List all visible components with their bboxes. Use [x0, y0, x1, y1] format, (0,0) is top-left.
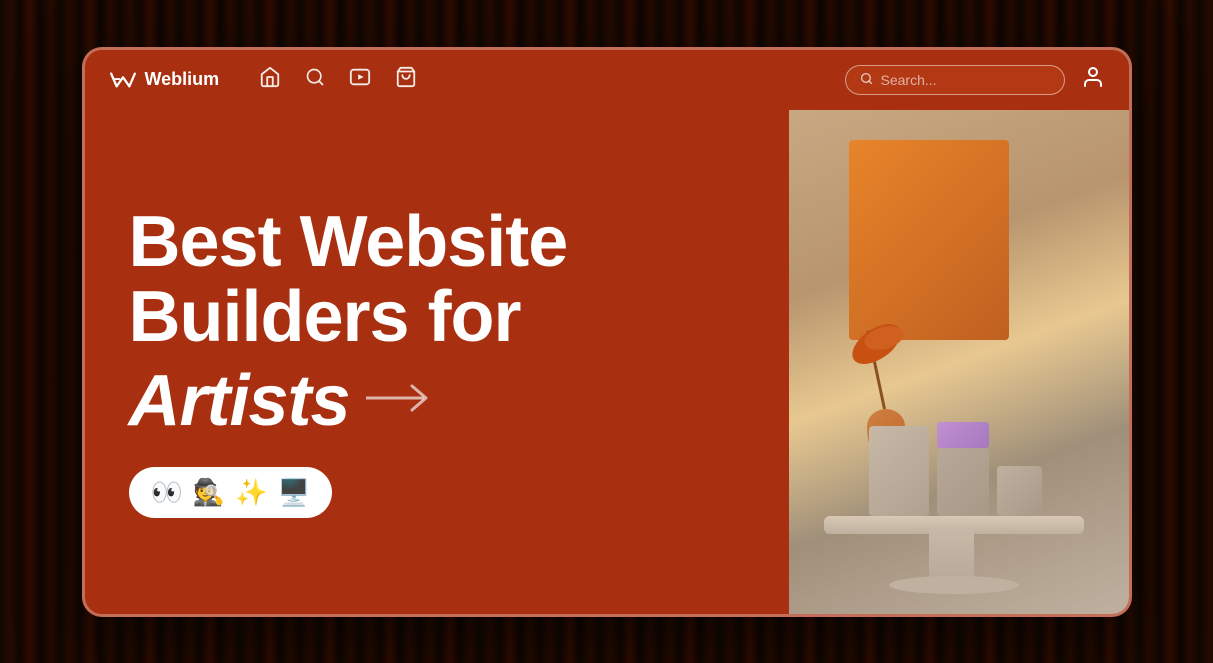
- hero-headline: Best Website Builders for Artists: [129, 205, 749, 440]
- headline-line3: Artists: [129, 364, 350, 440]
- emoji-detective: 🕵️: [193, 477, 225, 508]
- emoji-monitor: 🖥️: [278, 477, 310, 508]
- table-base: [889, 576, 1019, 594]
- browser-card: Weblium: [82, 47, 1132, 617]
- headline-line3-row: Artists: [129, 364, 749, 440]
- search-bar-icon: [860, 72, 873, 88]
- headline-line1: Best Website: [129, 205, 749, 281]
- shop-icon[interactable]: [395, 66, 417, 93]
- block-medium: [937, 448, 989, 516]
- home-icon[interactable]: [259, 66, 281, 93]
- hero-image-section: [789, 110, 1129, 614]
- navbar: Weblium: [85, 50, 1129, 110]
- block-tall: [869, 426, 929, 516]
- weblium-logo-icon: [109, 70, 137, 90]
- headline-line2: Builders for: [129, 280, 749, 356]
- emoji-pill[interactable]: 👀 🕵️ ✨ 🖥️: [129, 467, 333, 518]
- logo[interactable]: Weblium: [109, 69, 220, 90]
- arrow-icon: [366, 380, 436, 423]
- profile-icon[interactable]: [1081, 65, 1105, 95]
- block-purple: [937, 422, 989, 448]
- search-nav-icon[interactable]: [305, 67, 325, 92]
- emoji-eyes: 👀: [151, 477, 183, 508]
- logo-text: Weblium: [145, 69, 220, 90]
- emoji-sparkles: ✨: [235, 477, 267, 508]
- video-icon[interactable]: [349, 66, 371, 93]
- main-content: Best Website Builders for Artists 👀 🕵️: [85, 110, 1129, 614]
- text-section: Best Website Builders for Artists 👀 🕵️: [85, 110, 789, 614]
- search-input[interactable]: [881, 72, 1050, 88]
- art-scene: [789, 110, 1129, 614]
- search-bar[interactable]: [845, 65, 1065, 95]
- block-small: [997, 466, 1042, 516]
- nav-icons: [259, 66, 417, 93]
